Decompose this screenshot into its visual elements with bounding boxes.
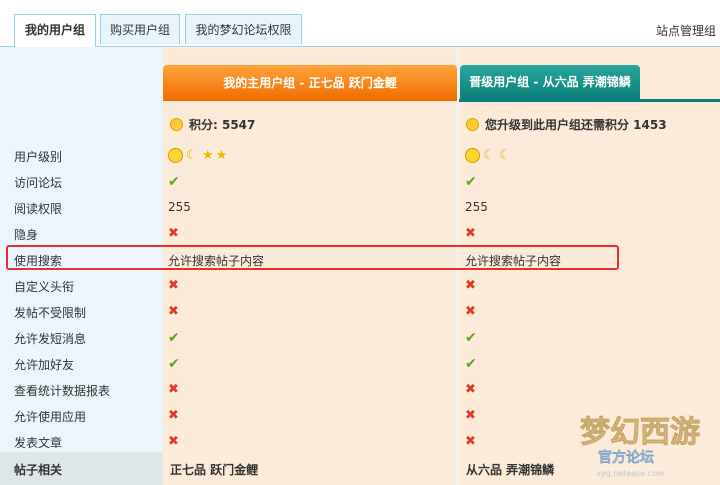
main-value: 255 xyxy=(168,200,191,214)
row-label: 阅读权限 xyxy=(14,202,63,216)
cross-icon: ✖ xyxy=(168,408,179,423)
row-label: 允许使用应用 xyxy=(14,410,87,424)
upgrade-value: 255 xyxy=(465,200,488,214)
row-label: 隐身 xyxy=(14,228,39,242)
row-label: 查看统计数据报表 xyxy=(14,384,111,398)
cross-icon: ✖ xyxy=(168,226,179,241)
cross-icon: ✖ xyxy=(168,278,179,293)
cross-icon: ✖ xyxy=(168,304,179,319)
cross-icon: ✖ xyxy=(465,434,476,449)
check-icon: ✔ xyxy=(168,330,180,346)
row-label: 用户级别 xyxy=(14,150,63,164)
site-admin-link[interactable]: 站点管理组 xyxy=(656,22,716,39)
moon-icon: ☾ xyxy=(499,148,511,163)
upgrade-group-header: 晋级用户组 - 从六品 弄潮锦鳞 xyxy=(460,65,640,99)
level-icons: ☾ ☾ xyxy=(465,148,515,163)
footer-main-name: 正七品 跃门金鲤 xyxy=(170,463,259,477)
row-label: 自定义头衔 xyxy=(14,280,75,294)
moon-icon: ☾ xyxy=(186,148,198,163)
row-label: 发表文章 xyxy=(14,436,63,450)
star-icon: ★ xyxy=(202,148,214,163)
cross-icon: ✖ xyxy=(465,382,476,397)
row-label: 访问论坛 xyxy=(14,176,63,190)
cross-icon: ✖ xyxy=(465,278,476,293)
row-label: 发帖不受限制 xyxy=(14,306,87,320)
svg-text:xyq.netease.com: xyq.netease.com xyxy=(596,469,665,478)
search-row-highlight xyxy=(6,245,619,270)
svg-text:梦幻西游: 梦幻西游 xyxy=(580,415,700,450)
tab-my-groups[interactable]: 我的用户组 xyxy=(14,14,96,47)
check-icon: ✔ xyxy=(465,330,477,346)
tab-buy-groups[interactable]: 购买用户组 xyxy=(100,14,180,44)
level-icons: ☾ ★ ★ xyxy=(168,148,229,163)
moon-icon: ☾ xyxy=(483,148,495,163)
upgrade-points: 您升级到此用户组还需积分 1453 xyxy=(466,116,667,133)
main-points-text: 积分: 5547 xyxy=(189,118,256,132)
bulb-icon xyxy=(170,118,183,131)
footer-upgrade-name: 从六品 弄潮锦鳞 xyxy=(466,463,555,477)
tab-forum-permissions[interactable]: 我的梦幻论坛权限 xyxy=(185,14,302,44)
svg-text:官方论坛: 官方论坛 xyxy=(598,449,654,466)
sun-icon xyxy=(465,148,480,163)
check-icon: ✔ xyxy=(168,356,180,372)
main-group-header: 我的主用户组 - 正七品 跃门金鲤 xyxy=(163,65,457,101)
bulb-icon xyxy=(466,118,479,131)
cross-icon: ✖ xyxy=(465,226,476,241)
footer-section-label: 帖子相关 xyxy=(14,463,63,477)
cross-icon: ✖ xyxy=(168,434,179,449)
cross-icon: ✖ xyxy=(465,304,476,319)
row-label: 允许加好友 xyxy=(14,358,75,372)
cross-icon: ✖ xyxy=(168,382,179,397)
check-icon: ✔ xyxy=(168,174,180,190)
upgrade-points-text: 您升级到此用户组还需积分 1453 xyxy=(485,118,667,132)
row-label: 允许发短消息 xyxy=(14,332,87,346)
check-icon: ✔ xyxy=(465,174,477,190)
brand-logo: 梦幻西游 官方论坛 xyq.netease.com xyxy=(580,415,701,478)
check-icon: ✔ xyxy=(465,356,477,372)
tab-bar: 我的用户组 购买用户组 我的梦幻论坛权限 站点管理组 xyxy=(0,0,720,47)
upgrade-header-rule xyxy=(459,99,720,102)
cross-icon: ✖ xyxy=(465,408,476,423)
main-points: 积分: 5547 xyxy=(170,116,255,133)
sun-icon xyxy=(168,148,183,163)
star-icon: ★ xyxy=(215,148,228,163)
